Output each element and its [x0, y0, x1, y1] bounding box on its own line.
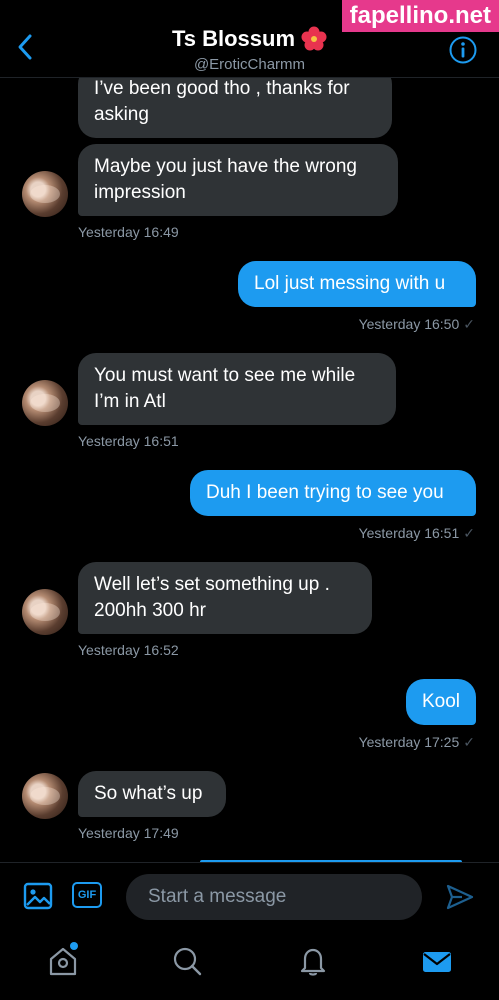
hibiscus-icon — [301, 26, 327, 51]
message-line: Lol just messing with u — [254, 273, 446, 294]
search-icon — [173, 947, 202, 976]
message-line: Duh I been trying to see you — [206, 482, 444, 503]
message-line: asking — [94, 104, 149, 125]
contact-name: Ts Blossum — [171, 26, 296, 51]
info-icon — [449, 36, 477, 64]
timestamp-text: Yesterday 17:25 — [358, 734, 460, 750]
outgoing-message[interactable]: Duh I been trying to see you — [190, 470, 476, 516]
message-line: So what’s up — [94, 783, 203, 804]
watermark: fapellino.net — [341, 0, 499, 32]
info-button[interactable] — [449, 36, 477, 64]
avatar[interactable] — [22, 380, 68, 426]
read-check-icon: ✓ — [463, 316, 475, 332]
message-line: You must want to see me while — [94, 365, 356, 386]
message-line: Maybe you just have the wrong — [94, 156, 357, 177]
message-timestamp: Yesterday 17:25 ✓ — [359, 734, 475, 751]
send-icon — [446, 884, 474, 910]
message-line: 200hh 300 hr — [94, 600, 206, 621]
tab-search[interactable] — [170, 944, 204, 978]
message-timestamp: Yesterday 16:51 — [78, 433, 179, 449]
message-timestamp: Yesterday 16:50 ✓ — [359, 316, 475, 333]
message-line: I’ve been good tho , thanks for — [94, 78, 350, 99]
tab-home[interactable] — [46, 942, 80, 978]
message-timestamp: Yesterday 16:49 — [78, 224, 179, 240]
bottom-tab-bar — [0, 930, 499, 1000]
conversation-thread[interactable]: I’ve been good tho , thanks for asking M… — [0, 0, 499, 862]
read-check-icon: ✓ — [463, 734, 475, 750]
media-button[interactable] — [22, 880, 54, 912]
tab-messages[interactable] — [420, 944, 454, 978]
incoming-message[interactable]: So what’s up — [78, 771, 226, 817]
image-icon — [23, 882, 53, 910]
notification-dot — [70, 942, 78, 950]
outgoing-message[interactable]: Kool — [406, 679, 476, 725]
message-timestamp: Yesterday 16:52 — [78, 642, 179, 658]
avatar[interactable] — [22, 171, 68, 217]
messages-icon — [423, 952, 451, 972]
message-timestamp: Yesterday 16:51 ✓ — [359, 525, 475, 542]
contact-handle: @EroticCharmm — [193, 56, 306, 73]
message-line: impression — [94, 182, 186, 203]
message-line: I’m in Atl — [94, 391, 166, 412]
message-line: Kool — [422, 691, 461, 712]
compose-bar: GIF — [0, 862, 499, 930]
conversation-title[interactable]: Ts Blossum @EroticCharmm — [0, 26, 499, 73]
send-button[interactable] — [444, 881, 476, 913]
avatar[interactable] — [22, 773, 68, 819]
notifications-icon — [300, 948, 326, 976]
incoming-message[interactable]: Well let’s set something up . 200hh 300 … — [78, 562, 372, 634]
message-timestamp: Yesterday 17:49 — [78, 825, 179, 841]
timestamp-text: Yesterday 16:50 — [358, 316, 460, 332]
avatar[interactable] — [22, 589, 68, 635]
message-line: Well let’s set something up . — [94, 574, 330, 595]
incoming-message[interactable]: Maybe you just have the wrong impression — [78, 144, 398, 216]
tab-notifications[interactable] — [296, 944, 330, 978]
incoming-message[interactable]: You must want to see me while I’m in Atl — [78, 353, 396, 425]
gif-button[interactable]: GIF — [72, 882, 102, 908]
outgoing-message[interactable]: Lol just messing with u — [238, 261, 476, 307]
read-check-icon: ✓ — [463, 525, 475, 541]
timestamp-text: Yesterday 16:51 — [358, 525, 460, 541]
message-input[interactable] — [126, 874, 422, 920]
